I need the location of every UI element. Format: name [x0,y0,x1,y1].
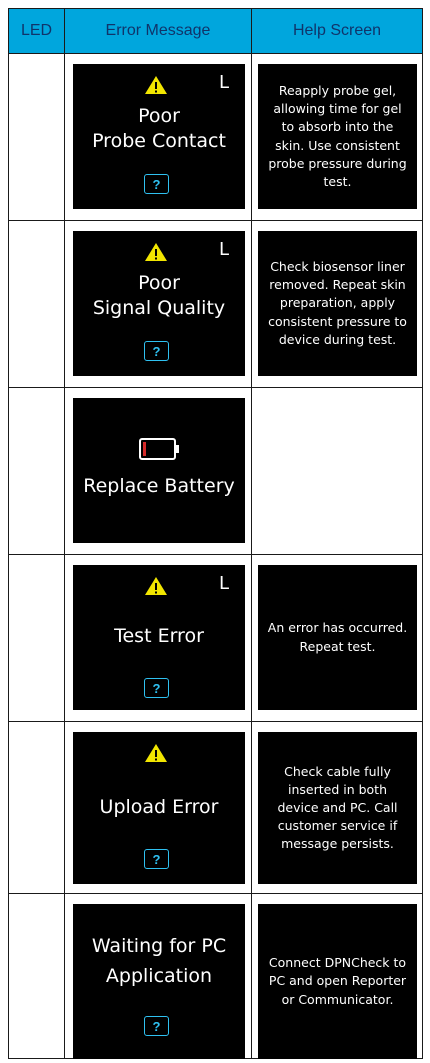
table-header-row: LED Error Message Help Screen [8,8,423,54]
help-screen-cell: An error has occurred. Repeat test. [251,554,423,722]
error-message-cell: L Poor Probe Contact ? [64,53,252,221]
help-screen-cell: Connect DPNCheck to PC and open Reporter… [251,893,423,1059]
error-title-line-1: Test Error [114,625,204,647]
error-message-table: LED Error Message Help Screen L Poor Pro… [8,8,423,1059]
led-cell [8,893,65,1059]
help-screen-cell: Check biosensor liner removed. Repeat sk… [251,220,423,388]
help-screen-column-header: Help Screen [251,8,423,54]
warning-triangle-icon [145,243,167,261]
help-screen-text: Check cable fully inserted in both devic… [258,732,417,884]
device-screen-test-error: L Test Error ? [73,565,245,710]
led-cell [8,220,65,388]
led-cell [8,721,65,894]
help-screen-cell: Reapply probe gel, allowing time for gel… [251,53,423,221]
warning-triangle-icon [145,744,167,762]
error-title-line-2: Probe Contact [92,130,226,152]
device-screen-poor-signal-quality: L Poor Signal Quality ? [73,231,245,376]
error-message-cell: Waiting for PC Application ? [64,893,252,1059]
error-title-line-2: Application [105,965,213,987]
help-screen-cell: Check cable fully inserted in both devic… [251,721,423,894]
device-screen-waiting-for-pc: Waiting for PC Application ? [73,904,245,1059]
help-button[interactable]: ? [144,341,169,361]
help-button[interactable]: ? [144,678,169,698]
low-battery-icon [139,438,179,460]
led-cell [8,387,65,555]
device-screen-replace-battery: Replace Battery [73,398,245,543]
help-screen-text: Reapply probe gel, allowing time for gel… [258,64,417,209]
error-title-line-1: Replace Battery [83,475,235,497]
error-title-line-2: Signal Quality [92,297,226,319]
led-cell [8,554,65,722]
error-title-line-1: Upload Error [99,796,219,818]
help-screen-text: Connect DPNCheck to PC and open Reporter… [258,904,417,1059]
error-message-cell: Upload Error ? [64,721,252,894]
table-row: Waiting for PC Application ? Connect DPN… [8,893,423,1059]
help-screen-text: Check biosensor liner removed. Repeat sk… [258,231,417,376]
led-cell [8,53,65,221]
warning-triangle-icon [145,577,167,595]
help-button[interactable]: ? [144,849,169,869]
error-title-line-1: Poor [138,105,180,127]
error-title-line-1: Poor [138,272,180,294]
device-screen-upload-error: Upload Error ? [73,732,245,884]
device-screen-poor-probe-contact: L Poor Probe Contact ? [73,64,245,209]
help-screen-cell [251,387,423,555]
side-indicator: L [219,239,230,260]
table-row: Replace Battery [8,387,423,555]
table-row: L Poor Probe Contact ? Reapply probe gel… [8,53,423,221]
led-column-header: LED [8,8,65,54]
error-message-column-header: Error Message [64,8,252,54]
error-message-cell: L Poor Signal Quality ? [64,220,252,388]
help-button[interactable]: ? [144,174,169,194]
help-button[interactable]: ? [144,1016,169,1036]
table-row: Upload Error ? Check cable fully inserte… [8,721,423,894]
error-message-cell: L Test Error ? [64,554,252,722]
error-title-line-1: Waiting for PC [91,935,227,957]
help-screen-text: An error has occurred. Repeat test. [258,565,417,710]
table-row: L Poor Signal Quality ? Check biosensor … [8,220,423,388]
warning-triangle-icon [145,76,167,94]
error-message-table-page: LED Error Message Help Screen L Poor Pro… [8,8,423,1059]
table-row: L Test Error ? An error has occurred. Re… [8,554,423,722]
side-indicator: L [219,72,230,93]
side-indicator: L [219,573,230,594]
error-message-cell: Replace Battery [64,387,252,555]
